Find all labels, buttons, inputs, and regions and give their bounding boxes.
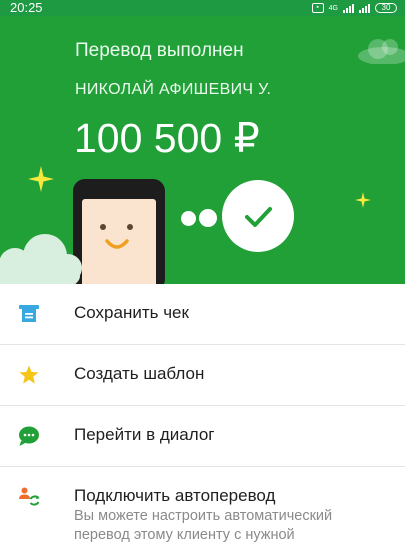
success-check-circle <box>222 180 294 252</box>
recipient-name: НИКОЛАЙ АФИШЕВИЧ У. <box>75 81 272 98</box>
description-line: перевод этому клиенту с нужной <box>74 527 295 543</box>
cloud-icon-bottom <box>0 234 82 284</box>
sim-card-icon: ▪ <box>311 3 324 13</box>
chat-icon <box>19 426 39 446</box>
menu-item-label: Подключить автоперевод <box>74 486 276 505</box>
sparkle-icon-small <box>355 192 371 208</box>
signal-icon-2 <box>359 3 370 13</box>
description-line: Вы можете настроить автоматический <box>74 508 333 524</box>
progress-dots <box>181 209 217 227</box>
autotransfer-description: Вы можете настроить автоматический перев… <box>74 507 394 545</box>
dot <box>199 209 217 227</box>
save-receipt-item[interactable]: Сохранить чек <box>0 284 405 345</box>
signal-icon <box>343 3 354 13</box>
page-title: Перевод выполнен <box>75 40 244 61</box>
create-template-item[interactable]: Создать шаблон <box>0 345 405 406</box>
status-time: 20:25 <box>10 0 43 15</box>
cloud-icon <box>358 39 405 64</box>
dot <box>181 211 196 226</box>
status-icons: ▪ 4G 30 <box>311 1 397 15</box>
star-icon <box>19 365 39 384</box>
autotransfer-icon <box>19 487 40 506</box>
battery-icon: 30 <box>375 3 397 13</box>
transfer-amount: 100 500 ₽ <box>74 115 260 161</box>
network-type: 4G <box>328 4 338 12</box>
menu-item-label: Сохранить чек <box>74 303 189 322</box>
sparkle-icon <box>28 166 54 192</box>
open-dialog-item[interactable]: Перейти в диалог <box>0 406 405 467</box>
receipt-icon <box>19 305 39 322</box>
menu-item-label: Перейти в диалог <box>74 425 215 444</box>
status-bar: 20:25 ▪ 4G 30 <box>0 0 405 16</box>
checkmark-icon <box>245 207 272 227</box>
menu-item-label: Создать шаблон <box>74 364 205 383</box>
transfer-success-banner: Перевод выполнен НИКОЛАЙ АФИШЕВИЧ У. 100… <box>0 16 405 284</box>
